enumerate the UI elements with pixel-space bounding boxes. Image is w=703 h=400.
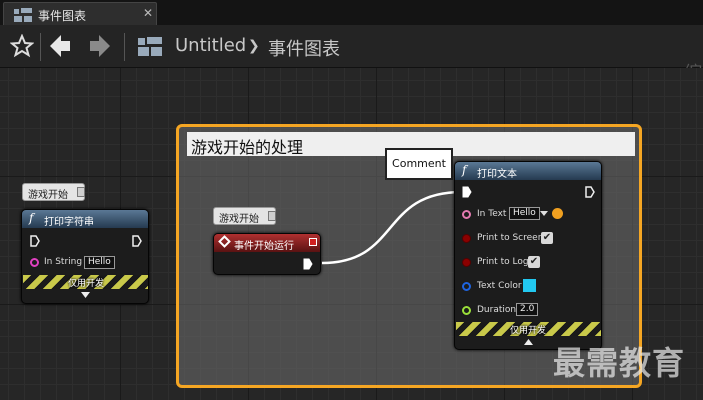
struct-pin-icon[interactable] bbox=[462, 282, 471, 291]
function-icon: f bbox=[462, 163, 467, 177]
duration-input[interactable]: 2.0 bbox=[516, 303, 539, 316]
localization-icon[interactable] bbox=[552, 208, 563, 219]
float-pin-icon[interactable] bbox=[462, 306, 471, 315]
exec-out-pin-icon[interactable] bbox=[585, 186, 595, 198]
collapse-arrow-icon[interactable] bbox=[524, 339, 533, 345]
bool-pin-icon[interactable] bbox=[462, 234, 471, 243]
node-title: 打印文本 bbox=[477, 169, 517, 180]
dev-only-label: 仅用开发 bbox=[510, 326, 547, 336]
print-to-log-label: Print to Log bbox=[477, 257, 529, 267]
watermark: 最需教育 bbox=[553, 344, 686, 382]
in-text-label: In Text bbox=[477, 209, 507, 219]
print-to-screen-label: Print to Screen bbox=[477, 233, 544, 243]
print-to-log-checkbox[interactable]: ✔ bbox=[528, 256, 540, 268]
dropdown-arrow-icon[interactable] bbox=[540, 211, 548, 216]
text-pin-icon[interactable] bbox=[462, 210, 471, 219]
duration-label: Duration bbox=[477, 305, 517, 315]
node-header: f 打印文本 bbox=[455, 162, 601, 180]
in-text-input[interactable]: Hello bbox=[509, 207, 540, 220]
print-to-screen-checkbox[interactable]: ✔ bbox=[541, 232, 553, 244]
bool-pin-icon[interactable] bbox=[462, 258, 471, 267]
text-color-swatch[interactable] bbox=[523, 279, 536, 292]
exec-in-pin-icon[interactable] bbox=[462, 186, 472, 198]
text-color-label: Text Color bbox=[477, 281, 522, 291]
print-text-node[interactable]: f 打印文本 In Text Hello Print to Screen ✔ P… bbox=[454, 161, 602, 350]
